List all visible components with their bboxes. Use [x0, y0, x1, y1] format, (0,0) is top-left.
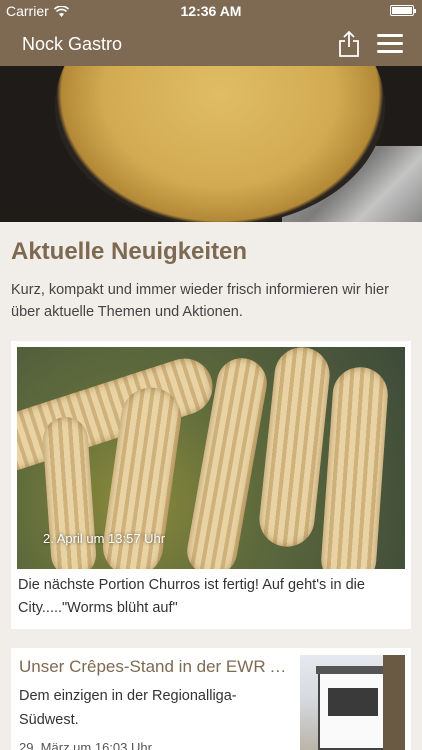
post-date: 29. März um 16:03 Uhr — [19, 740, 152, 750]
navigation-bar: Nock Gastro — [0, 22, 422, 66]
battery-icon — [390, 5, 416, 16]
post-thumbnail — [300, 655, 405, 750]
post-photo: 2. April um 13:57 Uhr — [17, 347, 405, 569]
hero-image — [0, 66, 422, 222]
news-card[interactable]: Unser Crêpes-Stand in der EWR A... Dem e… — [11, 648, 411, 750]
news-card[interactable]: 2. April um 13:57 Uhr Die nächste Portio… — [11, 341, 411, 629]
hamburger-menu-icon[interactable] — [377, 34, 403, 54]
post-title: Unser Crêpes-Stand in der EWR A... — [19, 657, 294, 676]
section-intro: Kurz, kompakt und immer wieder frisch in… — [11, 282, 389, 320]
post-date: 2. April um 13:57 Uhr — [43, 531, 166, 546]
share-icon[interactable] — [337, 30, 361, 58]
status-bar: Carrier 12:36 AM — [0, 0, 422, 22]
post-text: Die nächste Portion Churros ist fertig! … — [18, 577, 365, 616]
post-text: Dem einzigen in der Regionalliga-Südwest… — [19, 688, 237, 728]
clock: 12:36 AM — [180, 3, 242, 19]
section-title: Aktuelle Neuigkeiten — [11, 238, 248, 265]
app-title: Nock Gastro — [22, 34, 123, 54]
